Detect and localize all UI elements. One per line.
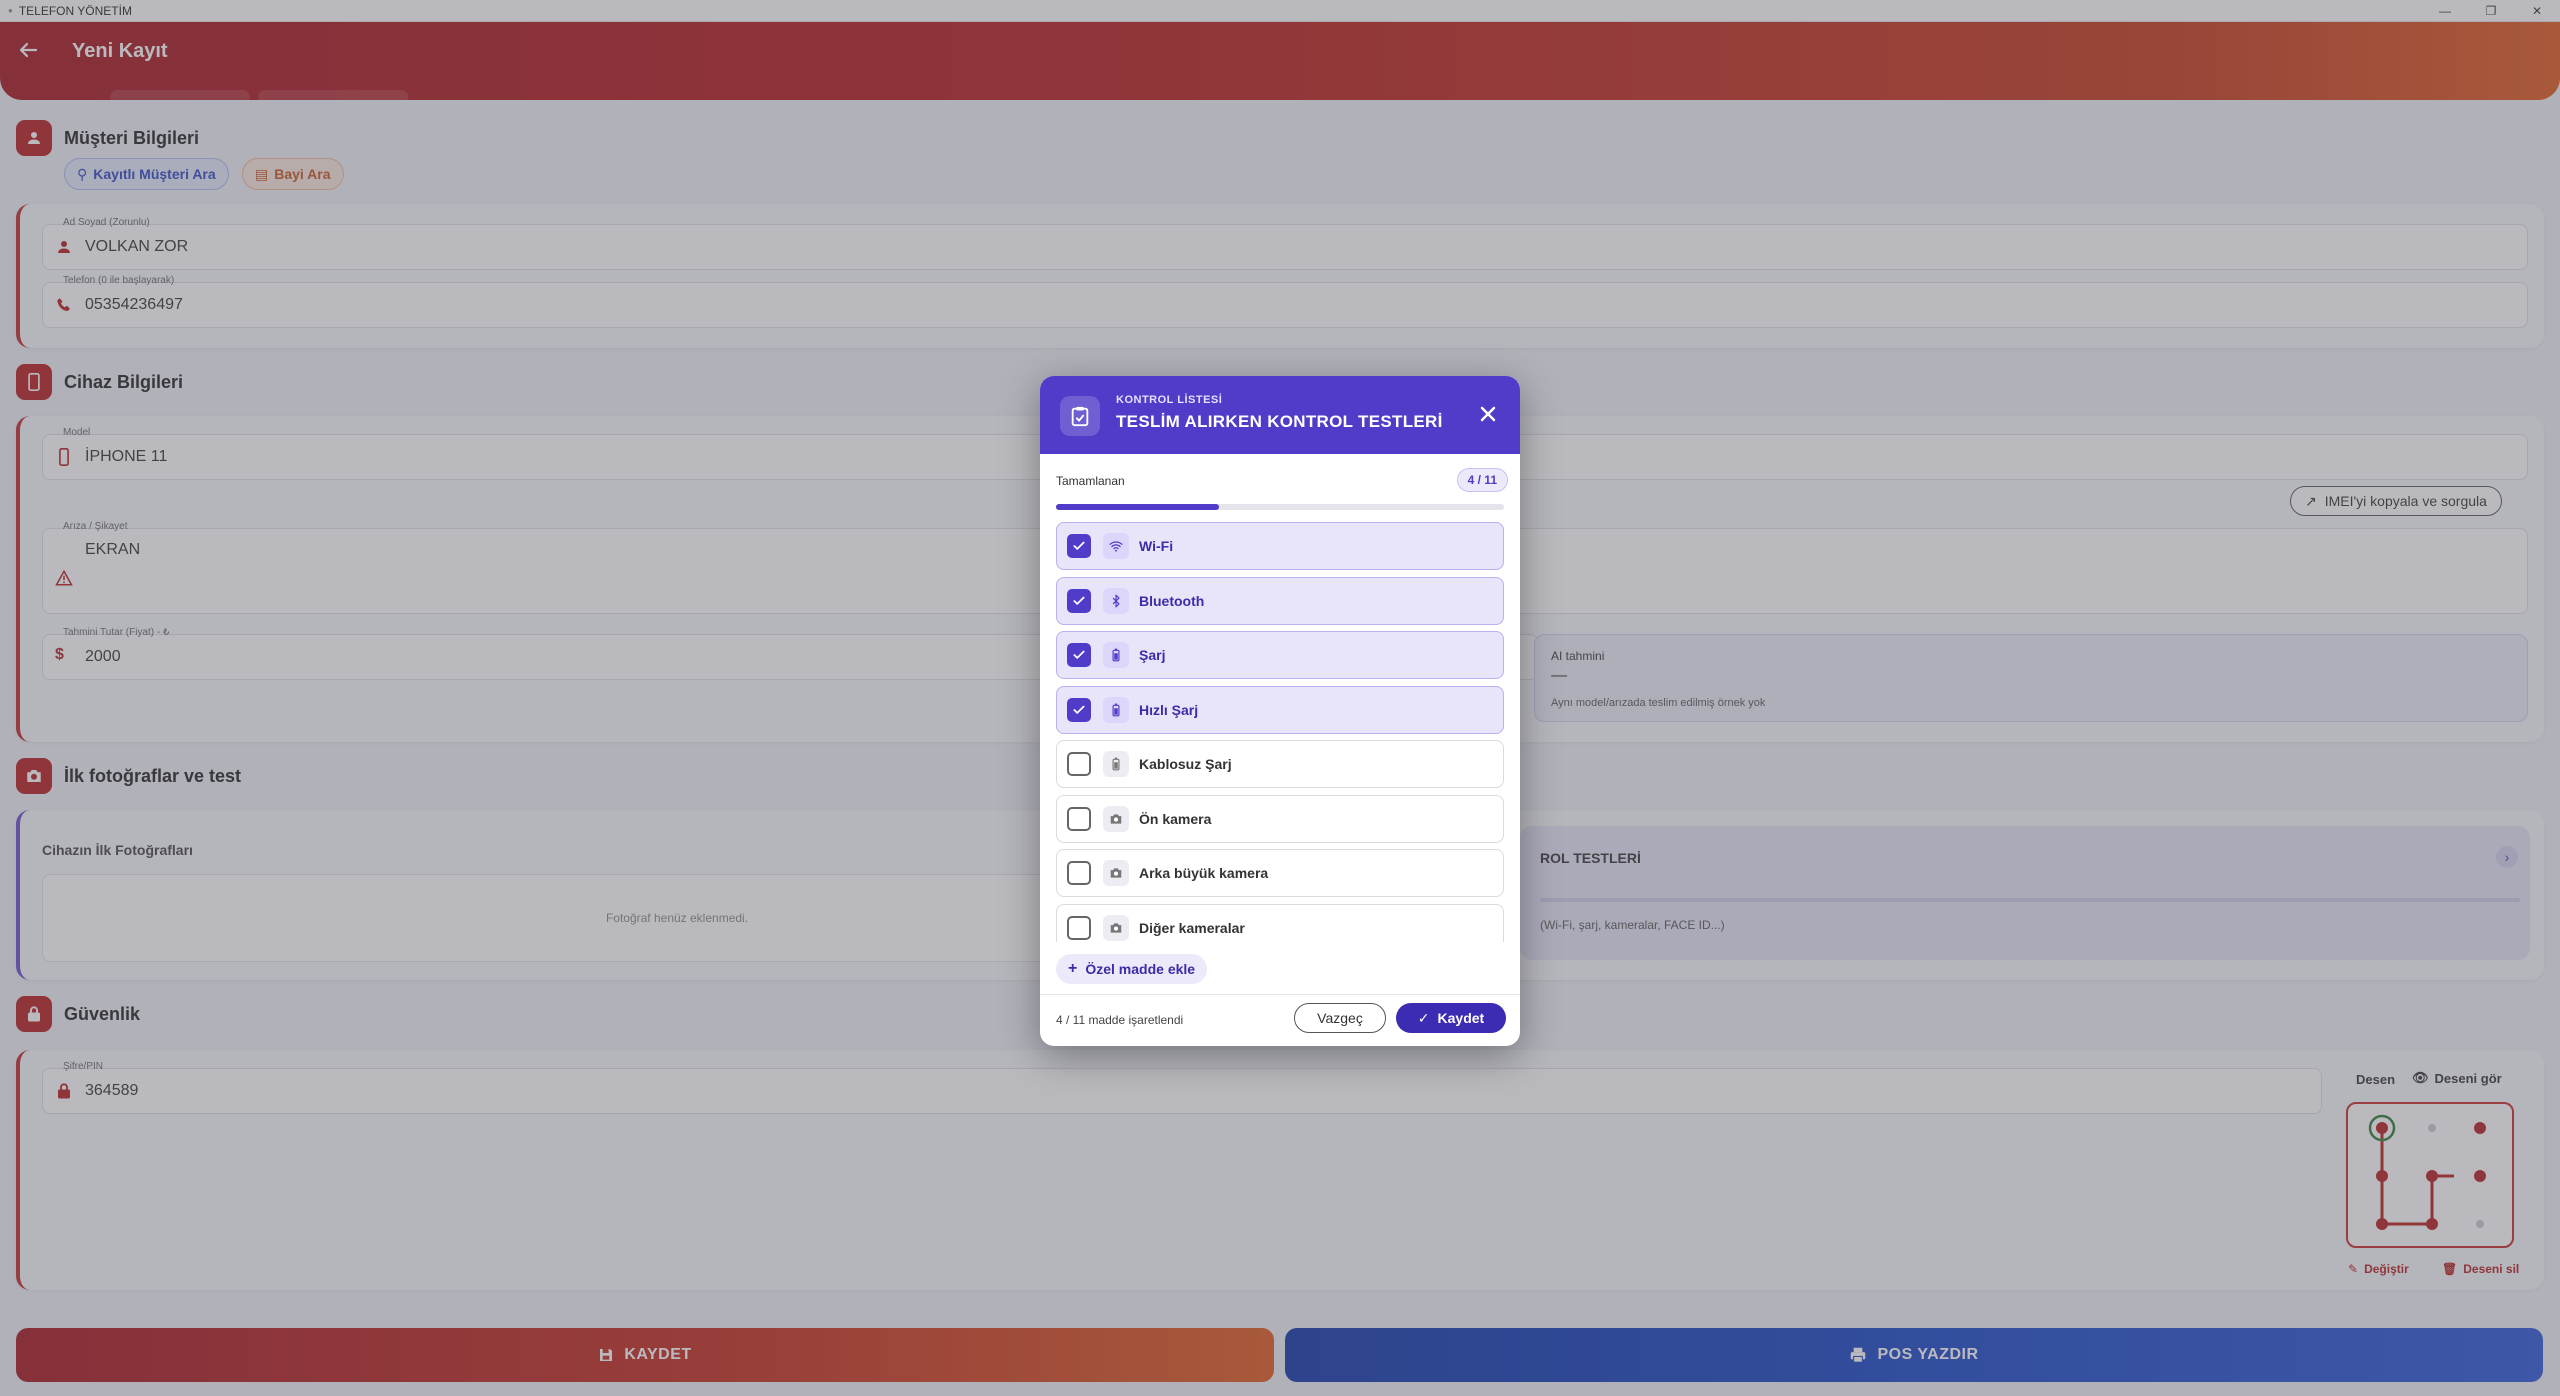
check-icon bbox=[1073, 596, 1085, 605]
camera-icon bbox=[1103, 860, 1129, 886]
checklist-item[interactable]: Ön kamera bbox=[1056, 794, 1504, 843]
checkbox[interactable] bbox=[1067, 752, 1091, 776]
camera-icon bbox=[1103, 805, 1129, 832]
check-icon bbox=[1073, 650, 1085, 659]
close-icon[interactable] bbox=[1478, 404, 1498, 424]
progress-bar-fill bbox=[1056, 504, 1219, 510]
checklist-item-label: Ön kamera bbox=[1139, 810, 1212, 827]
dialog-footer: 4 / 11 madde işaretlendi Vazgeç ✓ Kaydet bbox=[1040, 994, 1520, 1046]
cancel-button[interactable]: Vazgeç bbox=[1294, 1003, 1386, 1033]
dialog-header: KONTROL LİSTESİ TESLİM ALIRKEN KONTROL T… bbox=[1040, 376, 1520, 454]
checklist-items: Wi-Fi Bluetooth Şarj Hızlı Şarj Kablosuz Şar… bbox=[1056, 522, 1504, 942]
checklist-item-label: Wi-Fi bbox=[1139, 538, 1174, 554]
plus-icon: + bbox=[1068, 960, 1078, 977]
battery-icon bbox=[1103, 642, 1129, 668]
progress-bar bbox=[1056, 504, 1504, 510]
add-custom-item-button[interactable]: + Özel madde ekle bbox=[1056, 954, 1208, 984]
checkbox[interactable] bbox=[1067, 697, 1091, 722]
checklist-item-label: Diğer kameralar bbox=[1139, 919, 1245, 936]
checkbox[interactable] bbox=[1067, 534, 1091, 558]
bluetooth-icon bbox=[1103, 587, 1129, 614]
checkbox[interactable] bbox=[1067, 915, 1091, 940]
checkbox[interactable] bbox=[1067, 643, 1091, 667]
checked-status: 4 / 11 madde işaretlendi bbox=[1056, 1013, 1184, 1027]
check-icon: ✓ bbox=[1417, 1009, 1430, 1026]
checklist-item[interactable]: Şarj bbox=[1056, 631, 1504, 679]
checklist-item[interactable]: Bluetooth bbox=[1056, 576, 1504, 625]
checklist-item-label: Kablosuz Şarj bbox=[1139, 756, 1232, 772]
progress-label: Tamamlanan bbox=[1056, 474, 1125, 488]
checklist-item[interactable]: Hızlı Şarj bbox=[1056, 685, 1504, 734]
checklist-item-label: Arka büyük kamera bbox=[1139, 865, 1269, 881]
checklist-item-label: Şarj bbox=[1139, 647, 1166, 663]
checklist-dialog: KONTROL LİSTESİ TESLİM ALIRKEN KONTROL T… bbox=[1040, 376, 1520, 1046]
progress-count-badge: 4 / 11 bbox=[1456, 468, 1508, 492]
check-icon bbox=[1073, 705, 1085, 714]
save-button[interactable]: ✓ Kaydet bbox=[1396, 1003, 1506, 1033]
camera-icon bbox=[1103, 914, 1129, 941]
checkbox[interactable] bbox=[1067, 588, 1091, 613]
check-icon bbox=[1073, 541, 1085, 550]
dialog-kicker: KONTROL LİSTESİ bbox=[1116, 394, 1223, 406]
wifi-icon bbox=[1103, 533, 1129, 559]
checklist-item[interactable]: Wi-Fi bbox=[1056, 522, 1504, 570]
checklist-item[interactable]: Diğer kameralar bbox=[1056, 903, 1504, 942]
dialog-title: TESLİM ALIRKEN KONTROL TESTLERİ bbox=[1116, 412, 1443, 431]
clipboard-check-icon bbox=[1060, 396, 1100, 436]
checklist-item[interactable]: Arka büyük kamera bbox=[1056, 849, 1504, 897]
checkbox[interactable] bbox=[1067, 861, 1091, 885]
checklist-item-label: Bluetooth bbox=[1139, 592, 1205, 609]
battery-icon bbox=[1103, 696, 1129, 723]
checkbox[interactable] bbox=[1067, 806, 1091, 831]
checklist-item-label: Hızlı Şarj bbox=[1139, 701, 1199, 718]
battery-icon bbox=[1103, 751, 1129, 777]
checklist-item[interactable]: Kablosuz Şarj bbox=[1056, 740, 1504, 788]
